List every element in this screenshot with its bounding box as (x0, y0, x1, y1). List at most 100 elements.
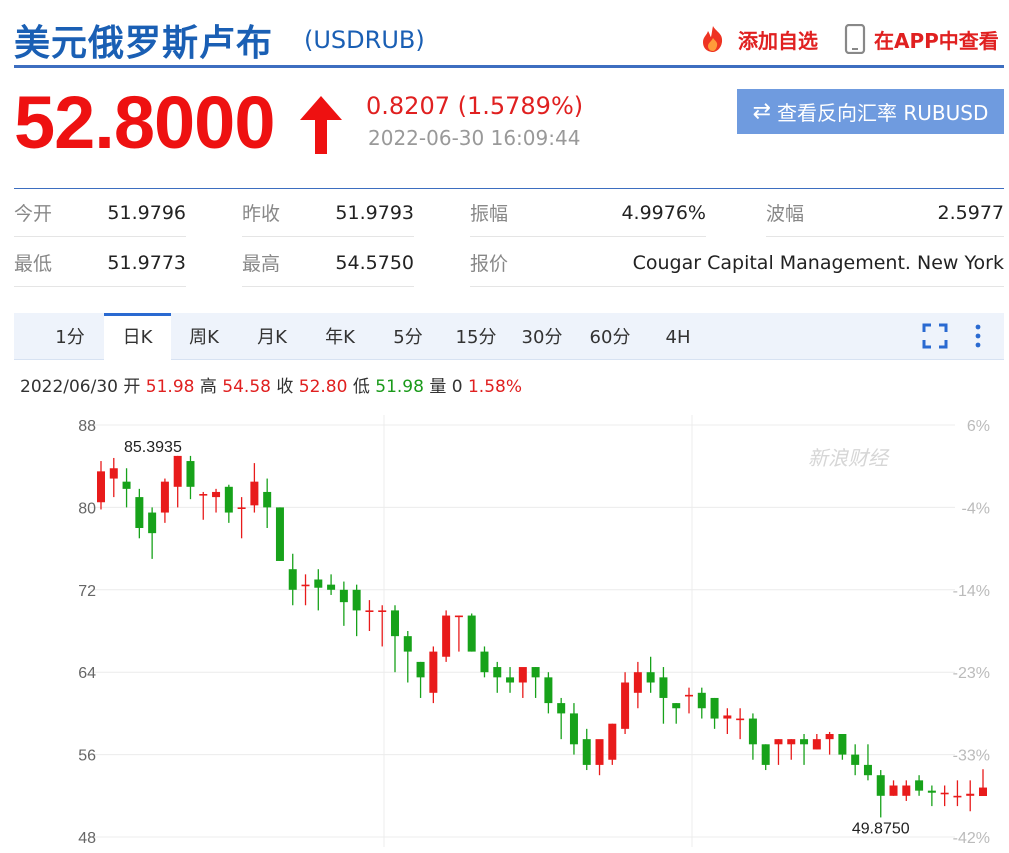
tab-4h[interactable]: 4H (648, 313, 708, 360)
candle-body (429, 651, 438, 693)
ohlc-pct: 1.58% (467, 377, 522, 397)
tab-30min[interactable]: 30分 (512, 313, 572, 360)
more-options-icon[interactable] (968, 323, 988, 349)
candle-body (774, 739, 783, 745)
tab-weekly-k[interactable]: 周K (174, 313, 234, 360)
tab-60min[interactable]: 60分 (580, 313, 640, 360)
ohlc-high: 54.58 (222, 377, 271, 397)
tab-yearly-k[interactable]: 年K (310, 313, 370, 360)
y-tick-label: 72 (78, 583, 96, 600)
candle-body (506, 677, 515, 683)
stat-value: 51.9773 (107, 251, 186, 274)
add-favorite-button[interactable]: 添加自选 (696, 24, 818, 54)
stat-amplitude: 振幅 4.9976% (470, 189, 706, 237)
candle-body (557, 703, 566, 714)
candle-body (480, 651, 489, 673)
stat-open: 今开 51.9796 (14, 189, 186, 237)
add-favorite-label: 添加自选 (738, 28, 818, 53)
candle-body (710, 697, 719, 719)
stat-value: 2.5977 (937, 201, 1004, 224)
candle-body (544, 677, 553, 704)
candle-body (122, 481, 131, 489)
candle-body (250, 481, 259, 506)
stat-high: 最高 54.5750 (242, 239, 414, 287)
ohlc-close-label: 收 (276, 377, 294, 397)
tab-5min[interactable]: 5分 (378, 313, 438, 360)
page-title: 美元俄罗斯卢布 (14, 23, 274, 64)
y-pct-tick-label: -42% (953, 830, 990, 847)
stat-label: 波幅 (766, 203, 805, 225)
fire-icon (703, 26, 723, 52)
title-bar: 美元俄罗斯卢布 (USDRUB) 添加自选 在APP中查看 (14, 10, 1004, 68)
stat-prev-close: 昨收 51.9793 (242, 189, 414, 237)
candle-body (454, 615, 463, 618)
stat-label: 最低 (14, 253, 53, 275)
ohlc-info: 2022/06/30 开 51.98 高 54.58 收 52.80 低 51.… (20, 372, 522, 397)
y-tick-label: 88 (78, 418, 96, 435)
tab-1min[interactable]: 1分 (40, 313, 100, 360)
candle-body (442, 615, 451, 657)
candle-body (851, 754, 860, 765)
current-price: 52.8000 (14, 81, 275, 164)
candle-body (761, 744, 770, 765)
stat-quoter: 报价 Cougar Capital Management. New York (470, 239, 1004, 287)
symbol-code: (USDRUB) (304, 26, 425, 54)
y-tick-label: 56 (78, 748, 96, 765)
candle-body (173, 455, 182, 487)
candle-body (288, 569, 297, 590)
candle-body (378, 610, 387, 612)
max-value-label: 85.3935 (124, 439, 182, 456)
reverse-rate-button[interactable]: ⇄ 查看反向汇率 RUBUSD (737, 89, 1004, 134)
y-pct-tick-label: -14% (953, 583, 990, 600)
stat-label: 振幅 (470, 203, 509, 225)
candle-body (659, 677, 668, 698)
stat-value: 4.9976% (621, 201, 706, 224)
y-pct-tick-label: -23% (953, 665, 990, 682)
y-pct-tick-label: -33% (953, 748, 990, 765)
candle-body (212, 491, 221, 498)
candle-body (148, 512, 157, 534)
y-tick-label: 80 (78, 500, 96, 517)
candle-body (135, 497, 144, 528)
candle-body (263, 491, 272, 508)
candle-body (915, 780, 924, 791)
candle-body (800, 739, 809, 745)
candle-body (416, 661, 425, 678)
fullscreen-icon[interactable] (922, 323, 948, 349)
y-tick-label: 48 (78, 830, 96, 847)
candle-body (186, 461, 195, 487)
candle-body (109, 468, 118, 479)
candle-body (595, 739, 604, 765)
candle-body (339, 589, 348, 603)
candle-body (582, 739, 591, 765)
quote-timestamp: 2022-06-30 16:09:44 (368, 126, 581, 150)
candle-body (723, 715, 732, 719)
view-in-app-button[interactable]: 在APP中查看 (844, 24, 999, 54)
stat-label: 报价 (470, 253, 509, 275)
stat-label: 今开 (14, 203, 53, 225)
candle-body (927, 790, 936, 793)
ohlc-vol-label: 量 (429, 377, 447, 397)
ohlc-date: 2022/06/30 (20, 377, 118, 397)
candle-body (672, 703, 681, 709)
ohlc-low: 51.98 (375, 377, 424, 397)
candle-body (493, 667, 502, 678)
ohlc-vol: 0 (451, 377, 463, 397)
candlestick-chart[interactable]: 88 6% 80 -4% 72 -14% 64 -23% 56 -33% 48 -42% 新浪财经 85.… (0, 405, 1009, 853)
candle-body (403, 636, 412, 652)
candle-body (736, 718, 745, 721)
candle-body (633, 672, 642, 693)
candle-body (902, 785, 911, 796)
price-change: 0.8207 (1.5789%) (366, 92, 584, 120)
min-value-label: 49.8750 (852, 820, 910, 837)
tab-15min[interactable]: 15分 (446, 313, 506, 360)
tab-daily-k[interactable]: 日K (104, 313, 171, 361)
ohlc-high-label: 高 (199, 377, 217, 397)
ohlc-open: 51.98 (145, 377, 195, 397)
candle-body (621, 682, 630, 729)
stat-low: 最低 51.9773 (14, 239, 186, 287)
candle-body (531, 667, 540, 678)
candle-body (301, 584, 310, 587)
tab-monthly-k[interactable]: 月K (242, 313, 302, 360)
candle-body (697, 692, 706, 709)
